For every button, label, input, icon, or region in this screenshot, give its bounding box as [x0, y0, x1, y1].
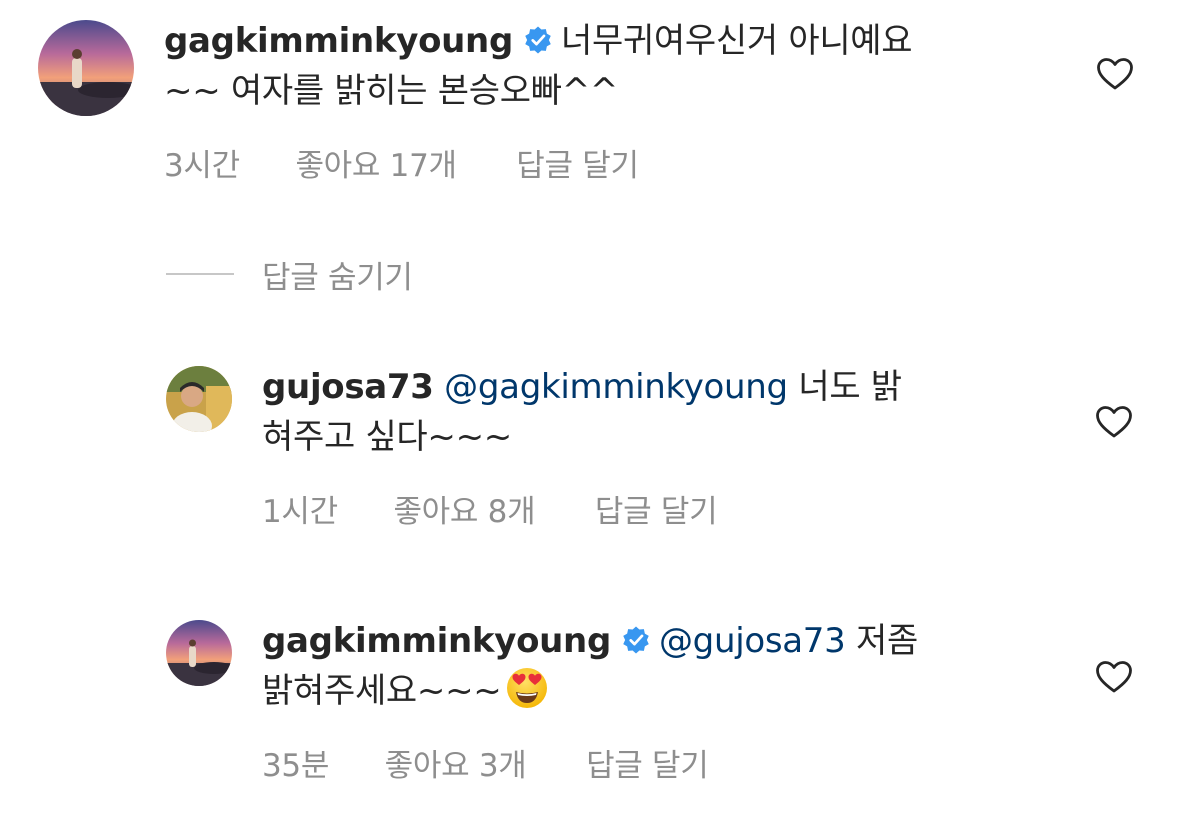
reply-button[interactable]: 답글 달기 [595, 486, 718, 531]
comment-meta: 3시간 좋아요 17개 답글 달기 [164, 140, 639, 185]
avatar-sunset-image [166, 620, 232, 686]
username[interactable]: gujosa73 [262, 367, 434, 407]
heart-icon[interactable] [1096, 57, 1134, 91]
hide-replies-label[interactable]: 답글 숨기기 [262, 252, 413, 297]
like-count[interactable]: 좋아요 8개 [393, 486, 535, 531]
avatar[interactable] [38, 20, 134, 116]
comment-text: gagkimminkyoung @gujosa73 저좀 밝혀주세요~~~ [262, 616, 1062, 716]
avatar[interactable] [166, 620, 232, 686]
avatar-sunset-image [38, 20, 134, 116]
verified-badge-icon [525, 26, 551, 54]
heart-icon[interactable] [1095, 405, 1133, 439]
comment-body-line1: 너도 밝 [798, 367, 902, 407]
timestamp: 3시간 [164, 148, 240, 184]
comment-text: gagkimminkyoung 너무귀여우신거 아니예요 ~~ 여자를 밝히는 … [164, 16, 1064, 116]
comment-body-line2: 밝혀주세요~~~ [262, 671, 502, 711]
comment-meta: 1시간 좋아요 8개 답글 달기 [262, 486, 718, 531]
comment-body-line1: 너무귀여우신거 아니예요 [560, 21, 913, 61]
reply-button[interactable]: 답글 달기 [516, 140, 639, 185]
comment-body-line1: 저좀 [856, 621, 918, 661]
username[interactable]: gagkimminkyoung [262, 621, 611, 661]
avatar-person-image [166, 366, 232, 432]
heart-icon[interactable] [1095, 660, 1133, 694]
hide-replies-toggle[interactable]: 답글 숨기기 [166, 250, 413, 298]
heart-eyes-emoji [507, 668, 548, 708]
comment-meta: 35분 좋아요 3개 답글 달기 [262, 740, 709, 785]
comment-text: gujosa73 @gagkimminkyoung 너도 밝 혀주고 싶다~~~ [262, 362, 1062, 462]
comment-body-line2: ~~ 여자를 밝히는 본승오빠^^ [164, 71, 619, 111]
reply-button[interactable]: 답글 달기 [586, 740, 709, 785]
like-count[interactable]: 좋아요 3개 [385, 740, 527, 785]
timestamp: 35분 [262, 748, 330, 784]
username[interactable]: gagkimminkyoung [164, 21, 513, 61]
verified-badge-icon [623, 626, 649, 654]
mention-link[interactable]: @gujosa73 [659, 621, 846, 661]
avatar[interactable] [166, 366, 232, 432]
like-count[interactable]: 좋아요 17개 [295, 140, 457, 185]
divider-line [166, 273, 234, 275]
timestamp: 1시간 [262, 494, 338, 530]
mention-link[interactable]: @gagkimminkyoung [444, 367, 788, 407]
comment-body-line2: 혀주고 싶다~~~ [262, 417, 512, 457]
